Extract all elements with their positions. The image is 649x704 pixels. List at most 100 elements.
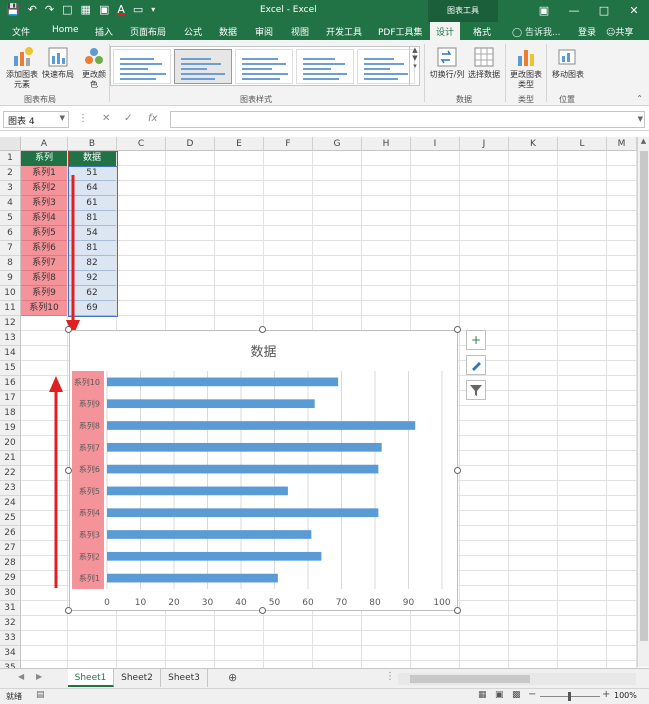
add-sheet-icon[interactable]: ⊕ [228,671,237,684]
resize-handle[interactable] [65,607,72,614]
login-link[interactable]: 登录 [578,25,596,38]
move-chart-button[interactable]: 移动图表 [549,46,587,80]
row-header-30[interactable]: 30 [0,586,21,601]
new-file-icon[interactable]: □ [62,3,72,16]
redo-icon[interactable]: ↷ [45,3,54,16]
change-colors-button[interactable]: 更改颜色 [80,46,108,90]
prev-sheet-icon[interactable]: ◀ [18,672,24,681]
chart-elements-plus-icon[interactable]: + [466,330,486,350]
column-header-f[interactable]: F [264,137,313,151]
column-header-k[interactable]: K [509,137,558,151]
cell-series-label[interactable]: 系列1 [21,166,67,181]
enter-icon[interactable]: ✓ [124,113,132,124]
tab-insert[interactable]: 插入 [95,25,113,38]
row-header-8[interactable]: 8 [0,256,21,271]
chart-style-1[interactable] [113,49,171,84]
row-header-21[interactable]: 21 [0,451,21,466]
column-header-d[interactable]: D [166,137,215,151]
row-header-10[interactable]: 10 [0,286,21,301]
insert-function-icon[interactable]: fx [148,113,157,124]
undo-icon[interactable]: ↶ [28,3,37,16]
row-header-4[interactable]: 4 [0,196,21,211]
row-header-26[interactable]: 26 [0,526,21,541]
row-header-23[interactable]: 23 [0,481,21,496]
formula-input[interactable] [170,111,645,128]
page-layout-view-icon[interactable]: ▣ [495,690,504,700]
expand-formula-icon[interactable]: ▼ [638,115,643,123]
page-break-view-icon[interactable]: ▩ [512,690,521,700]
resize-handle[interactable] [259,326,266,333]
row-header-12[interactable]: 12 [0,316,21,331]
resize-handle[interactable] [454,607,461,614]
cell-series-label[interactable]: 系列6 [21,241,67,256]
cell-series-value[interactable]: 62 [68,286,116,301]
cell-b1-header[interactable]: 数据 [68,151,116,166]
sheet-tab-2[interactable]: Sheet2 [114,669,161,687]
resize-handle[interactable] [454,467,461,474]
expand-gallery-icon[interactable]: ▾ [410,62,420,70]
row-header-22[interactable]: 22 [0,466,21,481]
tab-view[interactable]: 视图 [291,25,309,38]
scroll-thumb[interactable] [640,151,648,641]
chart-style-2[interactable] [174,49,232,84]
cell-series-label[interactable]: 系列10 [21,301,67,316]
cell-series-label[interactable]: 系列7 [21,256,67,271]
zoom-level[interactable]: 100% [614,691,637,700]
font-color-icon[interactable]: A [117,3,125,16]
next-sheet-icon[interactable]: ▶ [36,672,42,681]
row-header-27[interactable]: 27 [0,541,21,556]
zoom-out-icon[interactable]: − [528,689,536,700]
tab-pdf-tools[interactable]: PDF工具集 [378,25,423,38]
share-button[interactable]: ☺共享 [606,25,633,38]
row-header-11[interactable]: 11 [0,301,21,316]
horizontal-scrollbar[interactable] [398,673,636,685]
column-header-e[interactable]: E [215,137,264,151]
zoom-in-icon[interactable]: + [602,689,610,700]
tab-developer[interactable]: 开发工具 [326,25,362,38]
row-header-15[interactable]: 15 [0,361,21,376]
cell-series-label[interactable]: 系列3 [21,196,67,211]
column-header-a[interactable]: A [21,137,68,151]
chart-filters-funnel-icon[interactable] [466,380,486,400]
cell-series-value[interactable]: 82 [68,256,116,271]
chart-style-5[interactable] [357,49,415,84]
normal-view-icon[interactable]: ▦ [478,690,487,700]
cell-a1-header[interactable]: 系列 [21,151,67,166]
row-header-16[interactable]: 16 [0,376,21,391]
vertical-scrollbar[interactable]: ▲ [637,137,649,667]
row-header-13[interactable]: 13 [0,331,21,346]
row-header-7[interactable]: 7 [0,241,21,256]
tab-file[interactable]: 文件 [12,25,30,38]
resize-handle[interactable] [65,467,72,474]
ribbon-display-icon[interactable]: ▣ [529,0,559,22]
tab-home[interactable]: Home [52,25,79,35]
tab-design[interactable]: 设计 [430,22,461,40]
tab-data[interactable]: 数据 [219,25,237,38]
row-header-5[interactable]: 5 [0,211,21,226]
row-header-1[interactable]: 1 [0,151,21,166]
chart-style-3[interactable] [235,49,293,84]
tell-me-search[interactable]: ◯ 告诉我... [512,25,561,38]
column-header-g[interactable]: G [313,137,362,151]
scroll-up-icon[interactable]: ▲ [638,137,649,145]
resize-handle[interactable] [259,607,266,614]
row-header-14[interactable]: 14 [0,346,21,361]
select-data-button[interactable]: 选择数据 [467,46,501,80]
row-header-3[interactable]: 3 [0,181,21,196]
cell-series-value[interactable]: 64 [68,181,116,196]
minimize-icon[interactable]: — [559,0,589,22]
camera-icon[interactable]: ▣ [99,3,109,16]
chart-style-4[interactable] [296,49,354,84]
cell-series-value[interactable]: 81 [68,241,116,256]
tab-format[interactable]: 格式 [473,25,491,38]
row-header-19[interactable]: 19 [0,421,21,436]
column-header-h[interactable]: H [362,137,411,151]
column-header-b[interactable]: B [68,137,117,151]
row-header-29[interactable]: 29 [0,571,21,586]
row-header-28[interactable]: 28 [0,556,21,571]
cell-series-value[interactable]: 69 [68,301,116,316]
row-header-25[interactable]: 25 [0,511,21,526]
zoom-slider-thumb[interactable] [568,692,571,701]
scroll-thumb[interactable] [410,675,530,683]
chevron-down-icon[interactable]: ▼ [60,114,65,122]
